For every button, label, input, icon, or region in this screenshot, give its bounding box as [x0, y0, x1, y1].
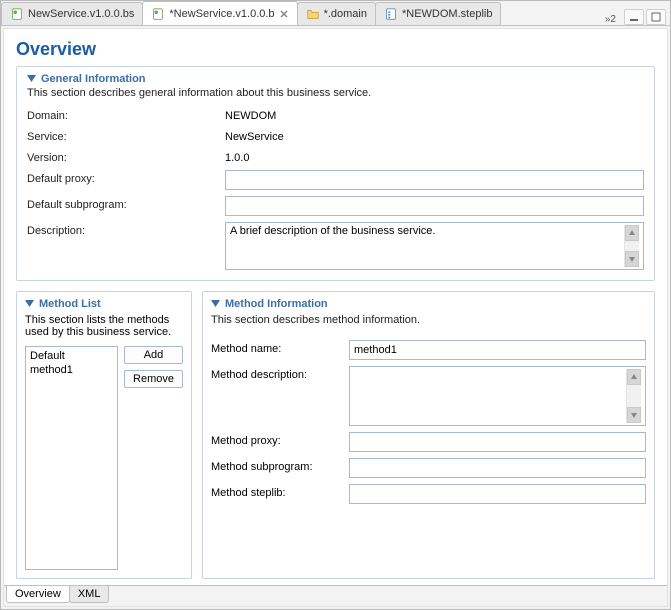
close-icon[interactable]	[279, 9, 289, 19]
twisty-down-icon	[27, 75, 36, 84]
minimize-button[interactable]	[624, 9, 644, 25]
version-label: Version:	[27, 149, 217, 164]
method-name-label: Method name:	[211, 340, 341, 355]
method-description-textarea[interactable]	[354, 369, 626, 423]
section-desc: This section describes general informati…	[27, 87, 644, 99]
method-proxy-label: Method proxy:	[211, 432, 341, 447]
section-general-information: General Information This section describ…	[16, 66, 655, 281]
method-subprogram-input[interactable]	[349, 458, 646, 478]
lower-split: Method List This section lists the metho…	[16, 291, 655, 579]
page-tab-xml[interactable]: XML	[69, 586, 110, 603]
method-description-textarea-wrap	[349, 366, 646, 426]
default-subprogram-input[interactable]	[225, 196, 644, 216]
method-list-buttons: Add Remove	[124, 346, 183, 570]
tab-overflow-indicator[interactable]: »2	[601, 14, 620, 25]
window-buttons	[620, 9, 670, 25]
page-body: General Information This section describ…	[4, 66, 667, 585]
service-value: NewService	[225, 128, 644, 143]
section-header[interactable]: General Information	[27, 73, 644, 85]
scroll-down-icon[interactable]	[625, 251, 639, 267]
default-subprogram-label: Default subprogram:	[27, 196, 217, 211]
section-header[interactable]: Method List	[25, 298, 183, 310]
section-desc: This section lists the methods used by t…	[25, 314, 183, 338]
scroll-down-icon[interactable]	[627, 407, 641, 423]
twisty-down-icon	[211, 300, 220, 309]
section-title: Method Information	[225, 298, 328, 310]
page-title: Overview	[4, 29, 667, 66]
general-form: Domain: NEWDOM Service: NewService Versi…	[27, 107, 644, 270]
description-label: Description:	[27, 222, 217, 237]
tab-steplib[interactable]: *NEWDOM.steplib	[375, 2, 501, 25]
scroll-up-icon[interactable]	[625, 225, 639, 241]
tab-newservice-b-active[interactable]: *NewService.v1.0.0.b	[142, 1, 297, 25]
default-proxy-label: Default proxy:	[27, 170, 217, 185]
scroll-up-icon[interactable]	[627, 369, 641, 385]
section-header[interactable]: Method Information	[211, 298, 646, 310]
section-title: Method List	[39, 298, 101, 310]
remove-button[interactable]: Remove	[124, 370, 183, 388]
method-list-body: Default method1 Add Remove	[25, 346, 183, 570]
editor-tab-bar: NewService.v1.0.0.bs *NewService.v1.0.0.…	[1, 1, 670, 26]
default-proxy-input[interactable]	[225, 170, 644, 190]
method-steplib-input[interactable]	[349, 484, 646, 504]
list-item[interactable]: Default	[28, 349, 115, 363]
section-method-list: Method List This section lists the metho…	[16, 291, 192, 579]
service-label: Service:	[27, 128, 217, 143]
editor-content: Overview General Information This sectio…	[3, 28, 668, 607]
method-description-label: Method description:	[211, 366, 341, 381]
tab-newservice-bs[interactable]: NewService.v1.0.0.bs	[1, 2, 143, 25]
doc-green-icon	[10, 7, 24, 21]
twisty-down-icon	[25, 300, 34, 309]
tab-overflow-label: »2	[605, 14, 616, 25]
domain-value: NEWDOM	[225, 107, 644, 122]
folder-icon	[306, 7, 320, 21]
add-button[interactable]: Add	[124, 346, 183, 364]
tab-label: NewService.v1.0.0.bs	[28, 8, 134, 20]
description-textarea[interactable]	[230, 225, 624, 267]
method-listbox[interactable]: Default method1	[25, 346, 118, 570]
steplib-icon	[384, 7, 398, 21]
scrollbar[interactable]	[626, 369, 641, 423]
section-method-information: Method Information This section describe…	[202, 291, 655, 579]
scrollbar[interactable]	[624, 225, 639, 267]
section-desc: This section describes method informatio…	[211, 314, 646, 326]
tab-label: *NewService.v1.0.0.b	[169, 8, 274, 20]
method-proxy-input[interactable]	[349, 432, 646, 452]
description-textarea-wrap	[225, 222, 644, 270]
section-title: General Information	[41, 73, 146, 85]
method-steplib-label: Method steplib:	[211, 484, 341, 499]
page-tab-overview[interactable]: Overview	[6, 586, 70, 603]
bottom-page-tabs: Overview XML	[4, 585, 667, 606]
tab-domain[interactable]: *.domain	[297, 2, 376, 25]
domain-label: Domain:	[27, 107, 217, 122]
method-subprogram-label: Method subprogram:	[211, 458, 341, 473]
method-name-input[interactable]	[349, 340, 646, 360]
doc-green-icon	[151, 7, 165, 21]
tab-label: *NEWDOM.steplib	[402, 8, 492, 20]
list-item[interactable]: method1	[28, 363, 115, 377]
tab-label: *.domain	[324, 8, 367, 20]
maximize-button[interactable]	[646, 9, 666, 25]
version-value: 1.0.0	[225, 149, 644, 164]
editor-window: NewService.v1.0.0.bs *NewService.v1.0.0.…	[0, 0, 671, 610]
method-info-form: Method name: Method description: Method …	[211, 340, 646, 504]
